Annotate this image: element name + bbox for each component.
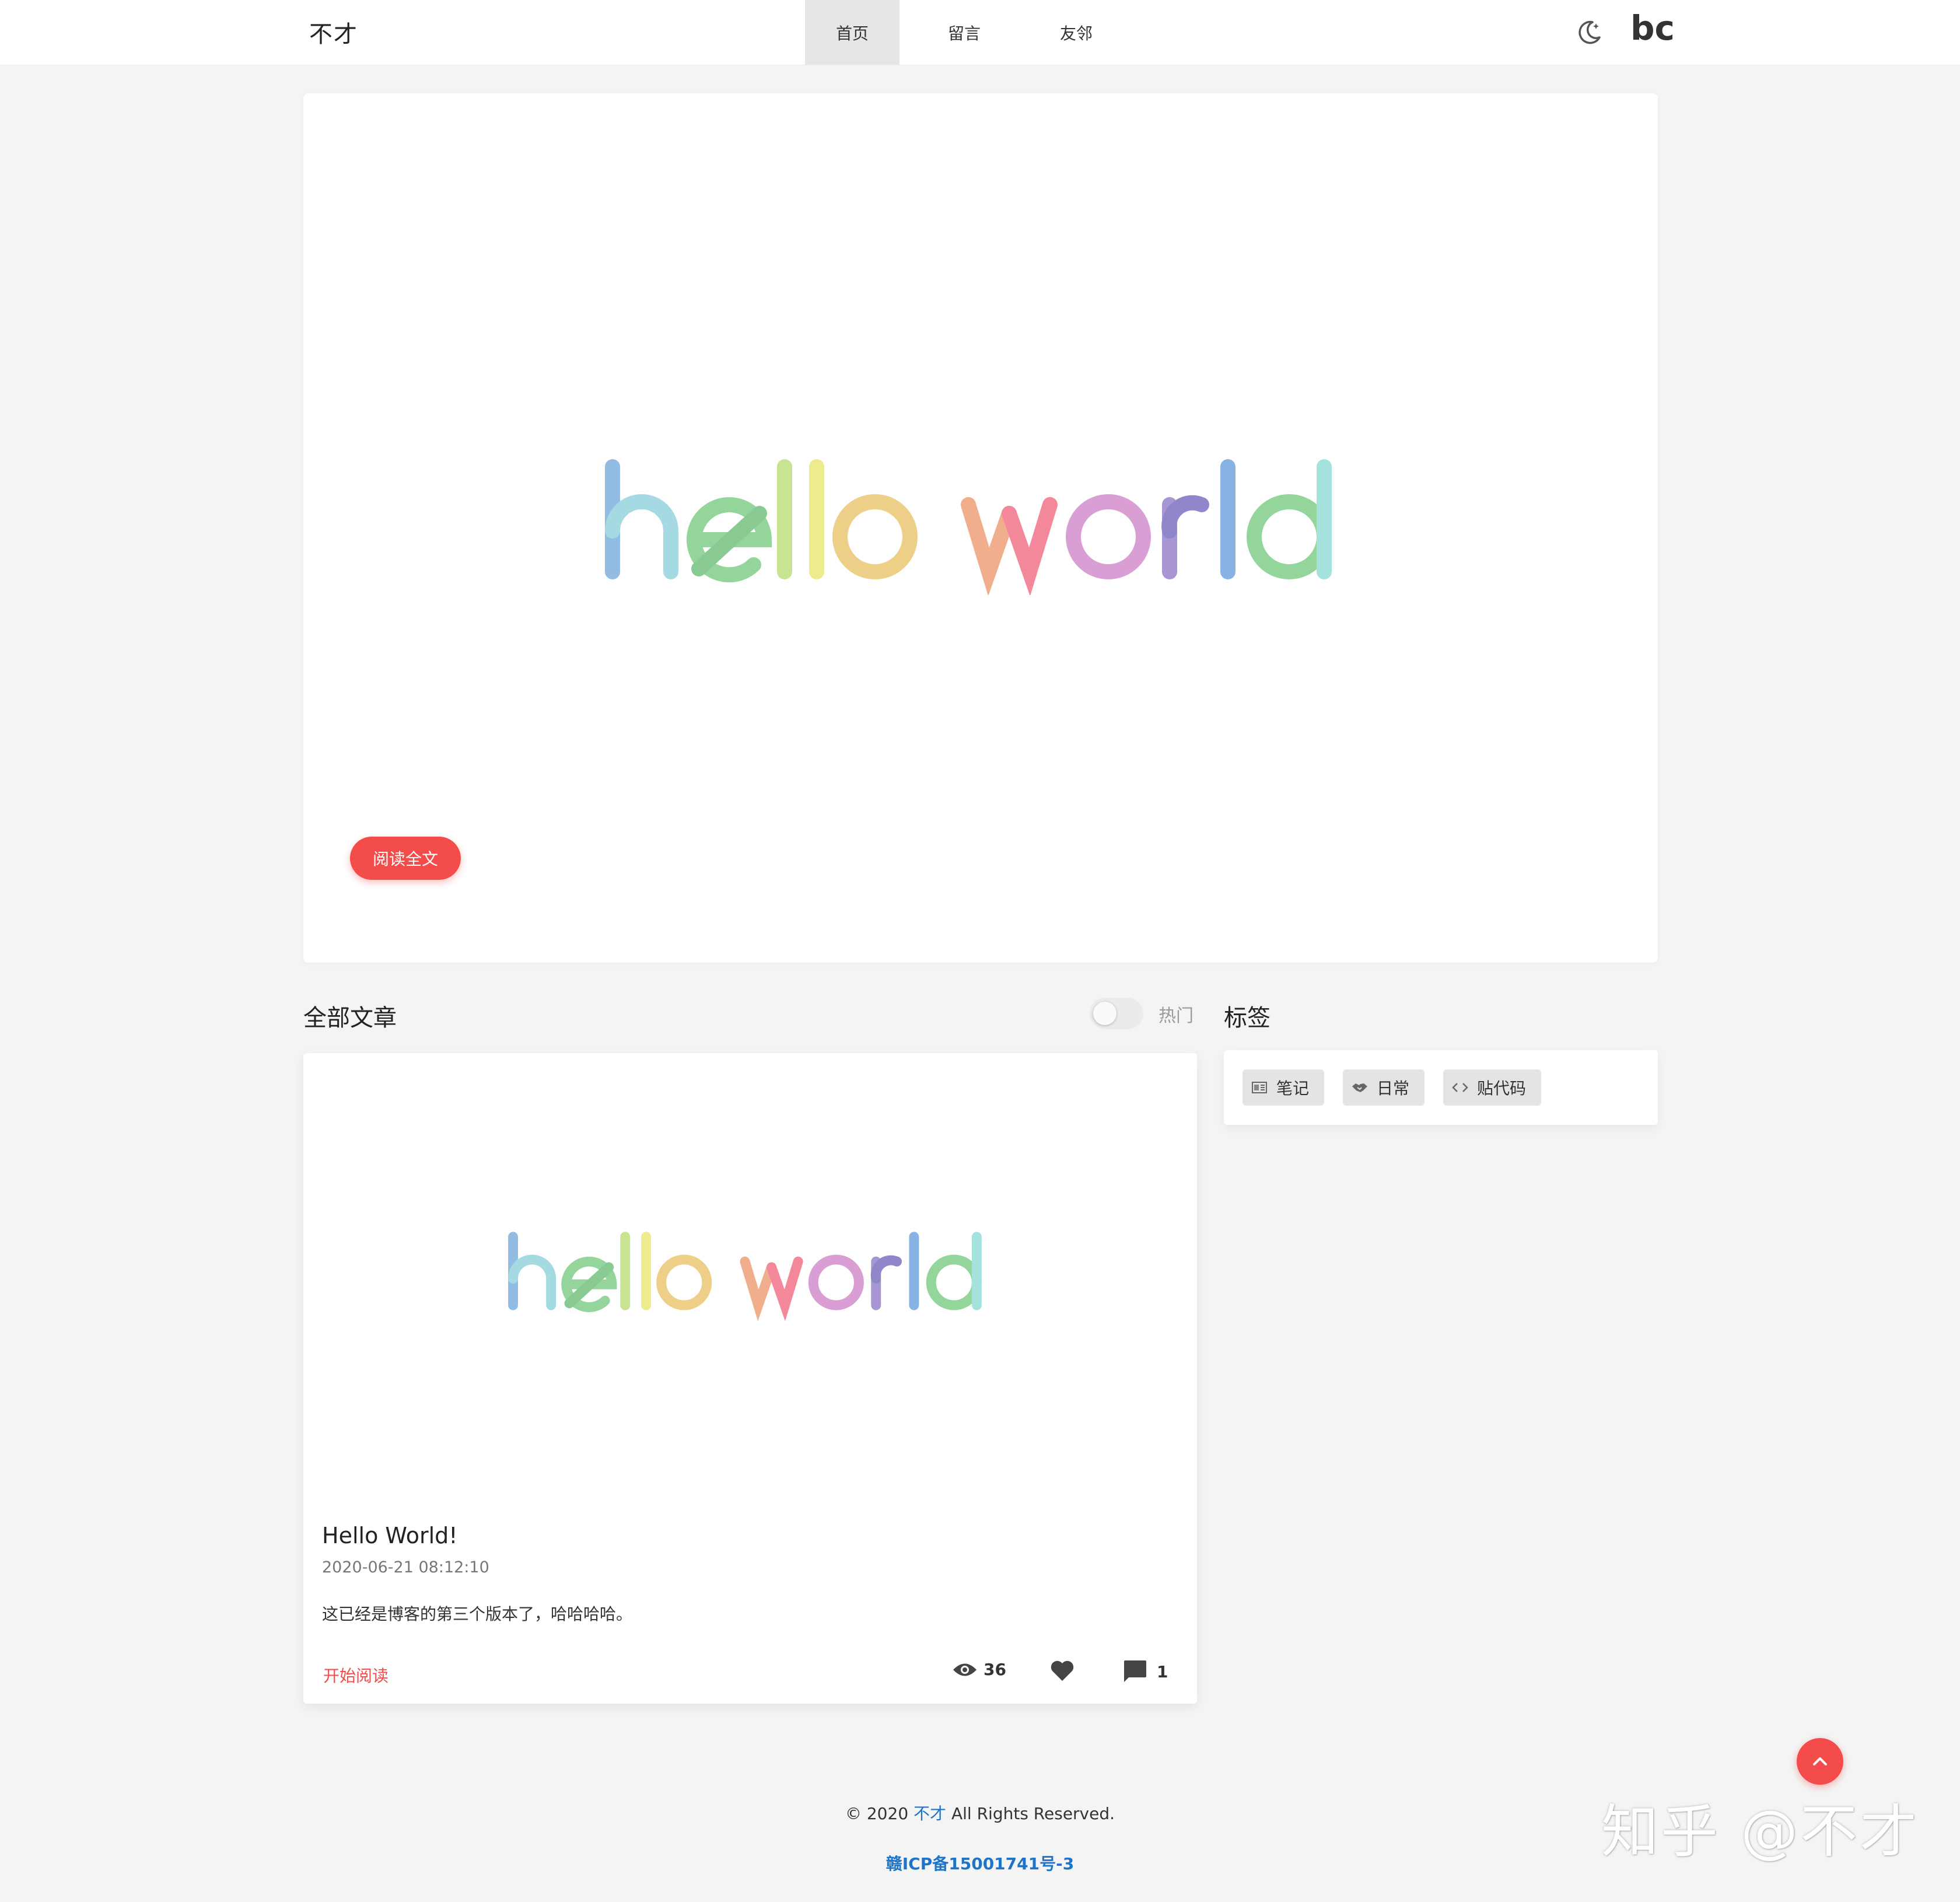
read-full-button[interactable]: 阅读全文	[350, 837, 461, 880]
hot-toggle[interactable]	[1090, 998, 1143, 1029]
nav-item-messages[interactable]: 留言	[917, 0, 1012, 65]
hello-world-cover	[595, 455, 1365, 596]
handshake-icon	[1351, 1079, 1368, 1096]
toggle-knob	[1093, 1002, 1116, 1025]
back-to-top-button[interactable]	[1797, 1738, 1843, 1785]
moon-icon[interactable]	[1575, 18, 1604, 47]
post-title[interactable]: Hello World!	[322, 1523, 458, 1548]
featured-post-banner[interactable]: 阅读全文	[303, 93, 1658, 963]
site-brand[interactable]: 不才	[309, 15, 358, 49]
top-navbar: 不才 首页 留言 友邻 bc	[0, 0, 1960, 65]
nav-item-friends[interactable]: 友邻	[1029, 0, 1124, 65]
tags-card: 笔记 日常 贴代码	[1224, 1050, 1658, 1125]
tag-daily[interactable]: 日常	[1343, 1069, 1424, 1106]
hot-toggle-label[interactable]: 热门	[1158, 1001, 1194, 1027]
comment-icon	[1124, 1660, 1146, 1682]
site-logo[interactable]: bc	[1630, 8, 1675, 48]
tag-label: 日常	[1377, 1079, 1410, 1098]
code-icon	[1451, 1079, 1469, 1096]
comments-count: 1	[1157, 1662, 1168, 1681]
notes-icon	[1251, 1079, 1268, 1096]
hello-world-cover[interactable]	[502, 1228, 1003, 1321]
views-stat: 36	[952, 1660, 1006, 1679]
tags-title: 标签	[1224, 1005, 1270, 1032]
chevron-up-icon	[1813, 1757, 1827, 1765]
copyright-suffix: All Rights Reserved.	[951, 1804, 1115, 1823]
eye-icon	[953, 1663, 977, 1676]
main-nav: 首页 留言 友邻	[805, 0, 1124, 65]
all-posts-title: 全部文章	[303, 1005, 397, 1032]
copyright-prefix: © 2020	[845, 1804, 909, 1823]
comments-stat[interactable]: 1	[1123, 1660, 1168, 1683]
post-card[interactable]: Hello World! 2020-06-21 08:12:10 这已经是博客的…	[303, 1053, 1197, 1704]
tag-label: 笔记	[1276, 1079, 1310, 1098]
post-date: 2020-06-21 08:12:10	[322, 1558, 489, 1576]
heart-icon	[1051, 1660, 1074, 1681]
footer-author-link[interactable]: 不才	[914, 1804, 946, 1823]
views-count: 36	[984, 1660, 1006, 1679]
tag-notes[interactable]: 笔记	[1242, 1069, 1324, 1106]
zhihu-watermark: 知乎 @不才	[1601, 1799, 1920, 1865]
nav-item-home[interactable]: 首页	[805, 0, 900, 65]
post-excerpt: 这已经是博客的第三个版本了，哈哈哈哈。	[322, 1604, 633, 1624]
like-button[interactable]	[1050, 1660, 1074, 1682]
tag-label: 贴代码	[1477, 1079, 1527, 1098]
tag-code[interactable]: 贴代码	[1443, 1069, 1541, 1106]
start-reading-link[interactable]: 开始阅读	[323, 1663, 388, 1687]
